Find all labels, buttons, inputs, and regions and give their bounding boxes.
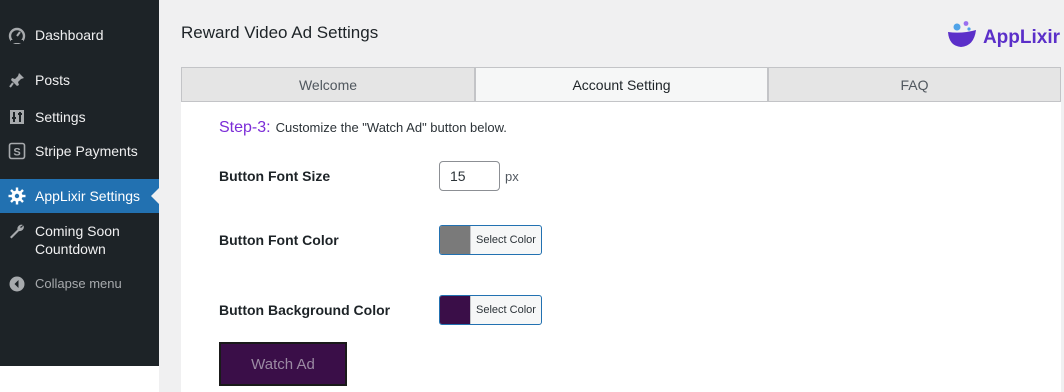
sidebar-item-label: AppLixir Settings [35,188,141,204]
brand-name: AppLixir [982,26,1060,48]
wrench-icon [8,222,26,240]
sidebar-item-label: Stripe Payments [35,143,138,159]
collapse-arrow-icon [8,275,26,293]
tab-welcome[interactable]: Welcome [181,67,475,102]
stripe-icon: S [8,142,26,160]
font-color-swatch[interactable] [440,226,471,254]
background-color-picker[interactable]: Select Color [439,295,542,325]
main-content: Reward Video Ad Settings AppLixir Welcom… [159,6,1064,392]
step-heading: Step-3: Customize the "Watch Ad" button … [219,119,507,137]
select-color-button[interactable]: Select Color [471,226,541,254]
select-color-button[interactable]: Select Color [471,296,541,324]
pin-icon [8,71,26,89]
sidebar-item-label: Dashboard [35,27,104,43]
sidebar-item-dashboard[interactable]: Dashboard [0,26,159,44]
font-size-unit: px [505,169,519,184]
settings-sliders-icon [8,108,26,126]
button-font-color-label: Button Font Color [219,232,339,248]
collapse-menu-button[interactable]: Collapse menu [0,275,159,293]
button-font-size-input[interactable] [439,161,500,191]
sidebar-item-coming-soon-countdown[interactable]: Coming Soon Countdown [0,222,159,258]
tab-faq[interactable]: FAQ [768,67,1061,102]
applixir-logo: AppLixir [945,20,1060,55]
collapse-menu-label: Collapse menu [35,276,122,291]
sidebar-item-posts[interactable]: Posts [0,71,159,89]
button-background-color-label: Button Background Color [219,302,391,318]
dashboard-icon [8,26,26,44]
sidebar-item-label: Settings [35,109,86,125]
admin-sidebar: Dashboard Posts Settings S Stripe Paymen… [0,0,159,366]
watch-ad-preview-button[interactable]: Watch Ad [219,342,347,386]
sidebar-item-label: Posts [35,72,71,88]
footer-area [0,366,176,392]
svg-text:S: S [13,147,20,159]
step-label: Step-3: [219,119,271,136]
button-font-size-label: Button Font Size [219,168,331,184]
background-color-swatch[interactable] [440,296,471,324]
sidebar-item-label: Coming Soon Countdown [35,223,120,257]
sidebar-item-settings[interactable]: Settings [0,108,159,126]
page-title: Reward Video Ad Settings [181,23,379,42]
gear-icon [8,187,26,205]
tab-account-setting[interactable]: Account Setting [475,67,768,102]
sidebar-item-applixir-settings[interactable]: AppLixir Settings [0,179,159,213]
sidebar-item-stripe-payments[interactable]: S Stripe Payments [0,142,159,160]
step-description: Customize the "Watch Ad" button below. [275,120,507,135]
account-setting-panel: Step-3: Customize the "Watch Ad" button … [181,102,1061,392]
settings-tabs: Welcome Account Setting FAQ [181,67,1061,102]
brand-logo-icon [945,20,979,55]
font-color-picker[interactable]: Select Color [439,225,542,255]
